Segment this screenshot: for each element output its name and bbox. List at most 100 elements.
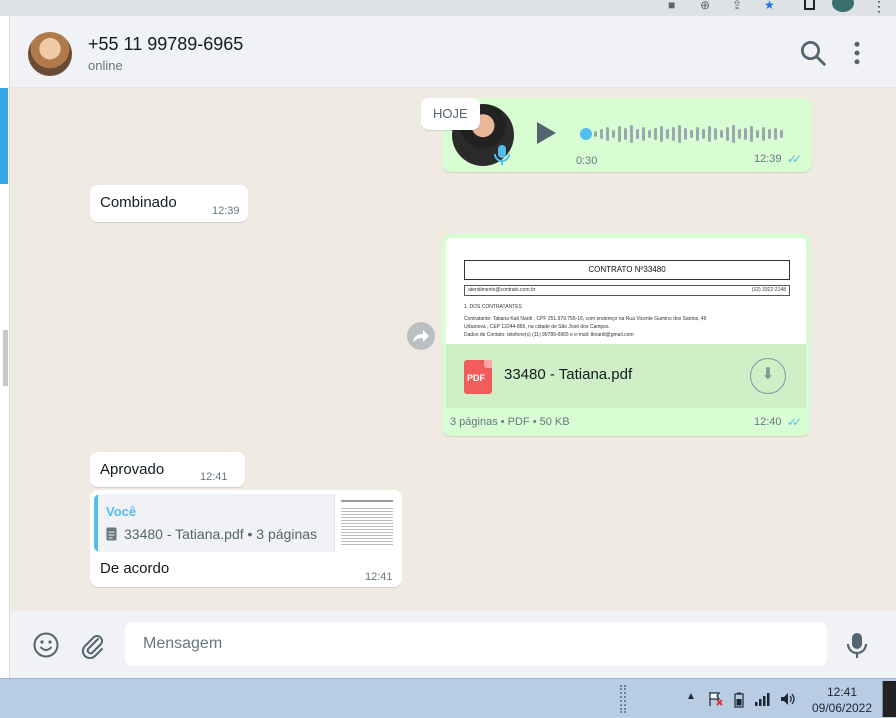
- composer-bar: [10, 611, 896, 678]
- flag-icon[interactable]: [708, 691, 724, 707]
- message-text: Combinado: [100, 194, 177, 211]
- search-icon[interactable]: [798, 38, 828, 68]
- attach-icon[interactable]: [78, 631, 106, 659]
- incoming-message[interactable]: Combinado 12:39: [90, 185, 248, 222]
- contact-avatar[interactable]: [28, 32, 72, 76]
- waveform-bar: [696, 127, 699, 141]
- waveform-bar: [732, 125, 735, 143]
- message-time: 12:40: [754, 416, 782, 428]
- waveform-bar: [618, 126, 621, 142]
- message-list[interactable]: 0:30 12:39 ✓✓ HOJE Combinado 12:39 CONTR…: [10, 88, 896, 611]
- document-preview[interactable]: CONTRATO Nº33480 atendimento@contrato.co…: [446, 238, 806, 344]
- waveform-bar: [648, 130, 651, 138]
- share-icon[interactable]: ⇪: [732, 0, 742, 12]
- message-time: 12:39: [754, 153, 782, 165]
- chevron-up-icon[interactable]: ▲: [686, 691, 696, 702]
- volume-icon[interactable]: [780, 692, 796, 706]
- waveform-bar: [612, 130, 615, 138]
- taskbar-grip[interactable]: [620, 685, 626, 713]
- preview-email: atendimento@contrato.com.br: [468, 287, 536, 293]
- message-text: De acordo: [100, 560, 170, 577]
- waveform-bar: [774, 128, 777, 140]
- document-icon: [106, 527, 117, 541]
- waveform-bar: [750, 126, 753, 142]
- waveform-bar: [756, 130, 759, 138]
- quoted-message[interactable]: Você 33480 - Tatiana.pdf • 3 páginas: [94, 494, 398, 552]
- preview-line: Urbanova , CEP 12244-865, na cidade de S…: [464, 324, 610, 330]
- side-panel-highlight: [0, 88, 8, 184]
- document-meta: 3 páginas • PDF • 50 KB: [450, 416, 570, 428]
- reply-message[interactable]: Você 33480 - Tatiana.pdf • 3 páginas De …: [90, 490, 402, 587]
- mic-icon[interactable]: [846, 631, 868, 659]
- preview-line: Contratante: Tatiana Kati Nardi , CPF 25…: [464, 316, 707, 322]
- taskbar-date[interactable]: 09/06/2022: [804, 701, 880, 715]
- waveform-bar: [726, 127, 729, 141]
- waveform-bar: [666, 129, 669, 139]
- quote-accent-bar: [94, 494, 98, 552]
- read-ticks-icon: ✓✓: [787, 152, 802, 166]
- signal-icon[interactable]: [754, 692, 772, 706]
- waveform-bar: [654, 128, 657, 140]
- waveform-bar: [762, 127, 765, 141]
- waveform-bar: [594, 131, 597, 137]
- profile-icon[interactable]: [832, 0, 854, 12]
- side-panel-scrollbar[interactable]: [3, 330, 8, 386]
- waveform-bar: [738, 129, 741, 139]
- extension-icon[interactable]: [804, 0, 815, 10]
- waveform-bar: [624, 128, 627, 140]
- pdf-icon: PDF: [464, 360, 492, 394]
- side-panel-edge: [0, 16, 10, 678]
- document-row[interactable]: PDF 33480 - Tatiana.pdf ⬇: [446, 344, 806, 408]
- show-desktop-button[interactable]: [882, 681, 896, 717]
- forward-icon[interactable]: [407, 322, 435, 350]
- quote-thumbnail: [334, 494, 398, 552]
- preview-phone: (12) 3322-2148: [751, 287, 786, 293]
- battery-icon[interactable]: [734, 692, 744, 708]
- os-taskbar: ▲ 12:41 09/06/2022: [0, 678, 896, 718]
- waveform-bar: [768, 129, 771, 139]
- document-name: 33480 - Tatiana.pdf: [504, 366, 633, 383]
- quote-author: Você: [106, 504, 137, 519]
- star-icon[interactable]: ★: [764, 0, 775, 12]
- preview-contact-box: atendimento@contrato.com.br (12) 3322-21…: [464, 285, 790, 296]
- waveform-bar: [660, 126, 663, 142]
- contact-name[interactable]: +55 11 99789-6965: [88, 34, 243, 55]
- waveform-bar: [720, 130, 723, 138]
- taskbar-time[interactable]: 12:41: [804, 685, 880, 699]
- menu-icon[interactable]: ⋮: [872, 0, 886, 15]
- waveform-bar: [780, 130, 783, 138]
- waveform-bar: [606, 127, 609, 141]
- audio-duration: 0:30: [576, 155, 598, 167]
- message-text: Aprovado: [100, 461, 165, 478]
- waveform-bar: [678, 125, 681, 143]
- audio-waveform[interactable]: [580, 124, 790, 144]
- download-icon[interactable]: ⬇: [750, 358, 786, 394]
- incoming-message[interactable]: Aprovado 12:41: [90, 452, 245, 487]
- waveform-bar: [672, 127, 675, 141]
- message-time: 12:39: [212, 205, 240, 217]
- more-vert-icon[interactable]: [842, 38, 872, 68]
- waveform-bar: [744, 128, 747, 140]
- emoji-icon[interactable]: [32, 631, 60, 659]
- date-separator: HOJE: [421, 98, 480, 130]
- play-icon[interactable]: [534, 120, 558, 146]
- mic-badge-icon: [494, 145, 510, 165]
- message-time: 12:41: [200, 471, 228, 483]
- preview-title: CONTRATO Nº33480: [588, 265, 666, 274]
- waveform-bar: [630, 125, 633, 143]
- waveform-bar: [642, 127, 645, 141]
- browser-toolbar: ■ ⊕ ⇪ ★ ⋮: [0, 0, 896, 16]
- message-input[interactable]: [125, 622, 827, 666]
- waveform-bar: [714, 128, 717, 140]
- camera-icon[interactable]: ■: [668, 0, 675, 12]
- pdf-label: PDF: [467, 373, 485, 383]
- contact-status: online: [88, 58, 123, 73]
- audio-progress-handle: [580, 128, 592, 140]
- quote-text: 33480 - Tatiana.pdf • 3 páginas: [124, 526, 318, 542]
- waveform-bar: [708, 126, 711, 142]
- document-message[interactable]: CONTRATO Nº33480 atendimento@contrato.co…: [442, 234, 810, 436]
- waveform-bar: [690, 130, 693, 138]
- zoom-icon[interactable]: ⊕: [700, 0, 710, 12]
- chat-header: +55 11 99789-6965 online: [10, 16, 896, 88]
- audio-message[interactable]: 0:30 12:39 ✓✓: [442, 98, 812, 172]
